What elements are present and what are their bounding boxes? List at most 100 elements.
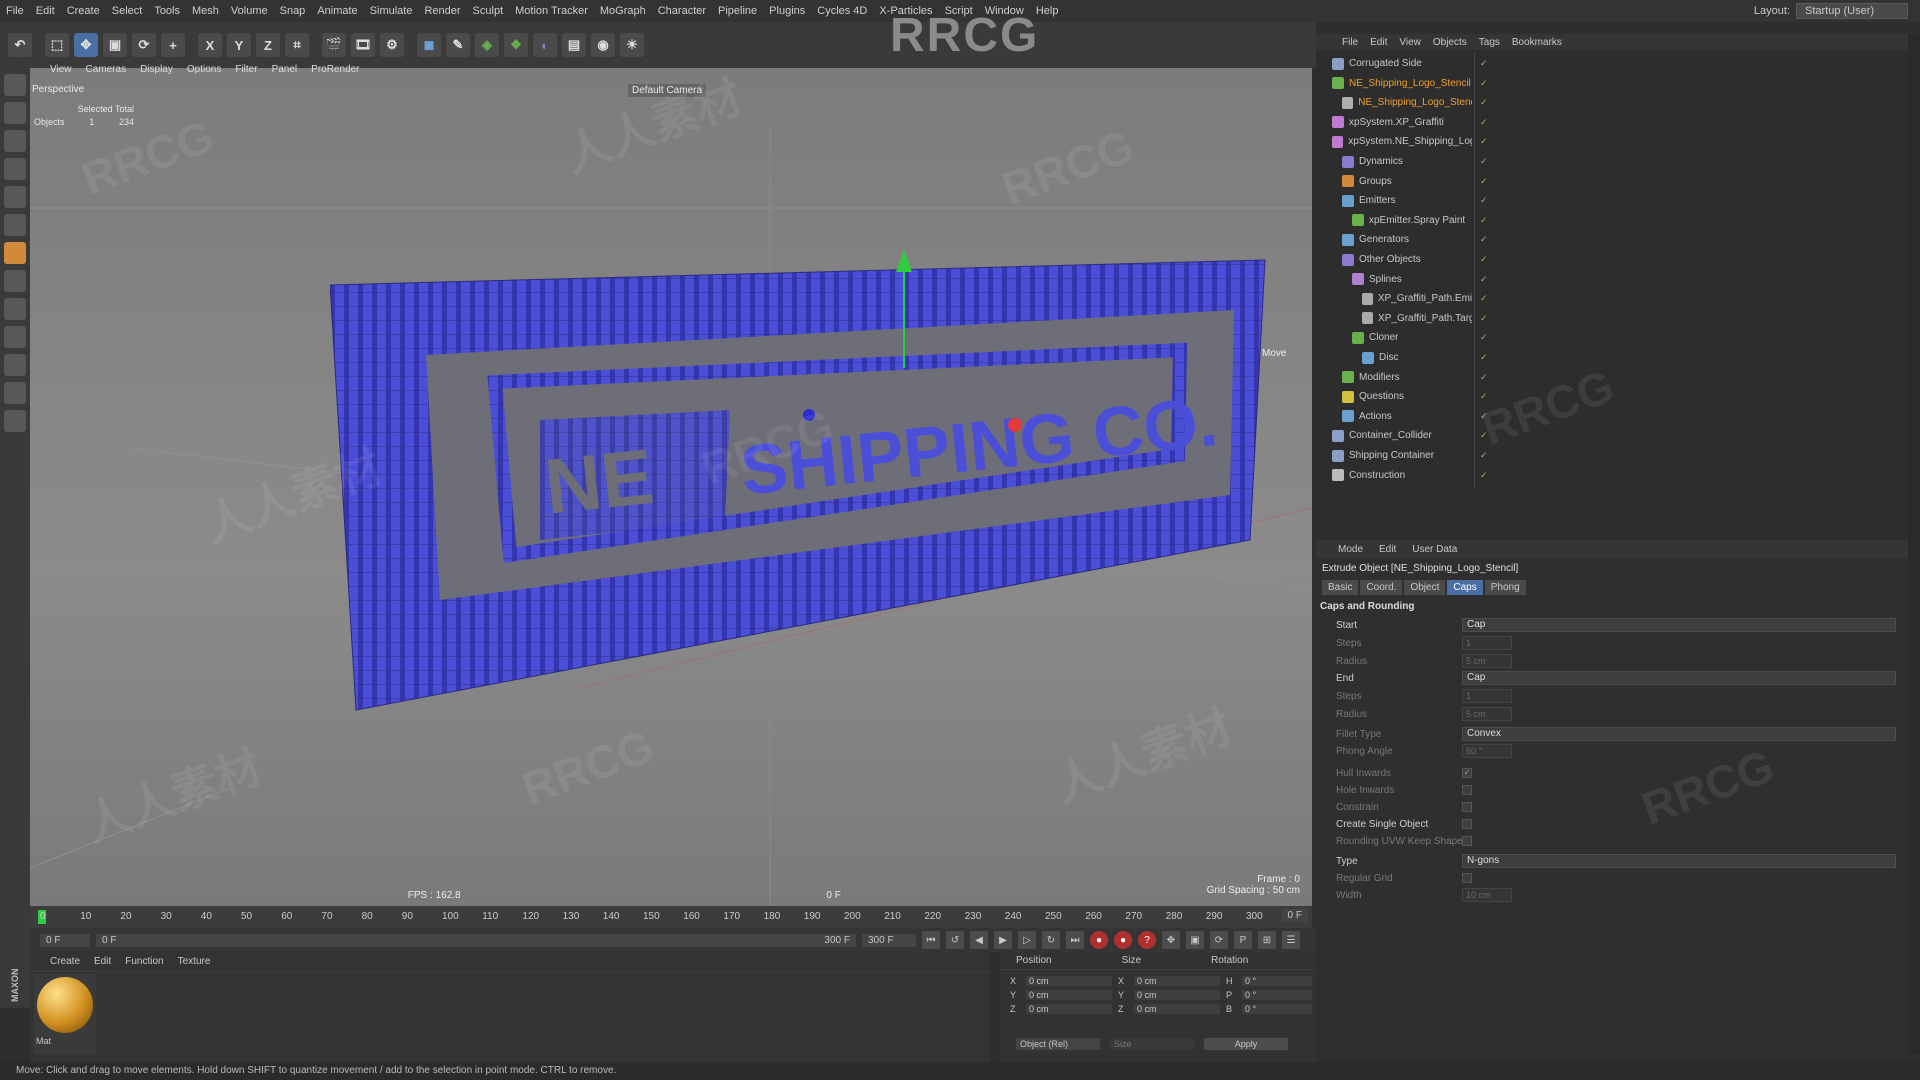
object-row[interactable]: Dynamics [1342,152,1472,171]
visibility-check-icon[interactable]: ✓ [1480,234,1500,245]
tweak-mode-icon[interactable] [4,298,26,320]
visibility-check-icon[interactable]: ✓ [1480,470,1500,481]
visibility-check-icon[interactable]: ✓ [1480,430,1500,441]
attr-number-field[interactable]: 60 ° [1462,744,1512,758]
menu-sculpt[interactable]: Sculpt [473,5,504,17]
menu-tools[interactable]: Tools [154,5,180,17]
visibility-check-icon[interactable]: ✓ [1480,215,1500,226]
scale-key-icon[interactable]: ▣ [1186,931,1204,949]
prev-key-icon[interactable]: ↺ [946,931,964,949]
viewport-menu-display[interactable]: Display [140,64,173,78]
pla-key-icon[interactable]: ⊞ [1258,931,1276,949]
object-row[interactable]: NE_Shipping_Logo_Stencil [1332,74,1472,93]
visibility-check-icon[interactable]: ✓ [1480,78,1500,89]
coord-mode-dropdown[interactable]: Object (Rel) [1016,1038,1100,1050]
snap-icon[interactable] [4,326,26,348]
object-row[interactable]: Groups [1342,172,1472,191]
object-row[interactable]: Emitters [1342,191,1472,210]
coord-rotation-field[interactable]: 0 ° [1242,1004,1312,1014]
coord-apply-button[interactable]: Apply [1204,1038,1288,1050]
object-row[interactable]: Questions [1342,387,1472,406]
visibility-check-icon[interactable]: ✓ [1480,136,1500,147]
attr-number-field[interactable]: 1 [1462,636,1512,650]
recent-tool-icon[interactable]: + [161,33,185,57]
visibility-check-icon[interactable]: ✓ [1480,352,1500,363]
object-row[interactable]: Cloner [1352,328,1472,347]
timeline-end-field[interactable]: 0 F [1281,909,1308,922]
tab-caps[interactable]: Caps [1447,580,1483,595]
object-menu-view[interactable]: View [1399,37,1421,48]
stencil-sign-object[interactable]: NE SHIPPING CO. [330,250,1270,720]
visibility-check-icon[interactable]: ✓ [1480,254,1500,265]
timeline-menu-icon[interactable]: ☰ [1282,931,1300,949]
floor-icon[interactable]: ▤ [562,33,586,57]
object-menu-tags[interactable]: Tags [1479,37,1500,48]
rotation-key-icon[interactable]: ⟳ [1210,931,1228,949]
material-menu-edit[interactable]: Edit [94,956,111,967]
texture-mode-icon[interactable] [4,130,26,152]
tab-basic[interactable]: Basic [1322,580,1359,595]
pen-icon[interactable]: ✎ [446,33,470,57]
cube-icon[interactable]: ◼ [417,33,441,57]
object-row[interactable]: Modifiers [1342,368,1472,387]
visibility-check-icon[interactable]: ✓ [1480,391,1500,402]
coord-size-field[interactable]: 0 cm [1134,1004,1220,1014]
object-row[interactable]: xpEmitter.Spray Paint [1352,211,1472,230]
menu-mesh[interactable]: Mesh [192,5,219,17]
viewport-menu-filter[interactable]: Filter [235,64,257,78]
visibility-check-icon[interactable]: ✓ [1480,117,1500,128]
menu-plugins[interactable]: Plugins [769,5,805,17]
x-axis-lock-button[interactable]: X [198,33,222,57]
menu-pipeline[interactable]: Pipeline [718,5,757,17]
object-row[interactable]: xpSystem.XP_Graffiti [1332,113,1472,132]
menu-cycles-4d[interactable]: Cycles 4D [817,5,867,17]
attr-checkbox[interactable] [1462,836,1472,846]
menu-select[interactable]: Select [112,5,143,17]
attr-number-field[interactable]: 5 cm [1462,707,1512,721]
model-mode-icon[interactable] [4,102,26,124]
attr-dropdown[interactable]: Convex [1462,727,1896,741]
visibility-check-icon[interactable]: ✓ [1480,372,1500,383]
object-row[interactable]: xpSystem.NE_Shipping_Logo [1332,132,1472,151]
workplane-icon[interactable] [4,158,26,180]
tab-coord[interactable]: Coord. [1360,580,1403,595]
object-row[interactable]: Generators [1342,230,1472,249]
autokey-icon[interactable]: ● [1114,931,1132,949]
tab-object[interactable]: Object [1404,580,1446,595]
scale-tool-icon[interactable]: ▣ [103,33,127,57]
coord-rotation-field[interactable]: 0 ° [1242,990,1312,1000]
visibility-check-icon[interactable]: ✓ [1480,195,1500,206]
next-key-icon[interactable]: ↻ [1042,931,1060,949]
viewport-menu-prorender[interactable]: ProRender [311,64,359,78]
attr-dropdown[interactable]: N-gons [1462,854,1896,868]
visibility-check-icon[interactable]: ✓ [1480,450,1500,461]
coord-rotation-field[interactable]: 0 ° [1242,976,1312,986]
visibility-check-icon[interactable]: ✓ [1480,97,1500,108]
menu-character[interactable]: Character [658,5,706,17]
attr-checkbox[interactable] [1462,785,1472,795]
camera-icon[interactable]: ◉ [591,33,615,57]
render-settings-icon[interactable]: ⚙ [380,33,404,57]
coord-size-field[interactable]: 0 cm [1134,990,1220,1000]
attr-checkbox[interactable]: ✓ [1462,768,1472,778]
render-picture-viewer-icon[interactable]: 🎞 [351,33,375,57]
material-menu-texture[interactable]: Texture [178,956,211,967]
points-mode-icon[interactable] [4,186,26,208]
start-frame-field[interactable]: 0 F [40,933,90,947]
polygons-mode-icon[interactable] [4,242,26,264]
menu-snap[interactable]: Snap [280,5,306,17]
coordinate-system-icon[interactable]: ⌗ [285,33,309,57]
keyframe-selection-icon[interactable]: ? [1138,931,1156,949]
record-icon[interactable]: ● [1090,931,1108,949]
visibility-check-icon[interactable]: ✓ [1480,293,1500,304]
edges-mode-icon[interactable] [4,214,26,236]
visibility-check-icon[interactable]: ✓ [1480,332,1500,343]
object-row[interactable]: Shipping Container [1332,446,1472,465]
preview-range-slider[interactable]: 0 F 300 F [96,933,856,947]
rotate-tool-icon[interactable]: ⟳ [132,33,156,57]
select-tool-icon[interactable]: ⬚ [45,33,69,57]
y-axis-arrow[interactable] [896,250,912,272]
menu-simulate[interactable]: Simulate [370,5,413,17]
render-view-icon[interactable]: 🎬 [322,33,346,57]
object-row[interactable]: Splines [1352,270,1472,289]
